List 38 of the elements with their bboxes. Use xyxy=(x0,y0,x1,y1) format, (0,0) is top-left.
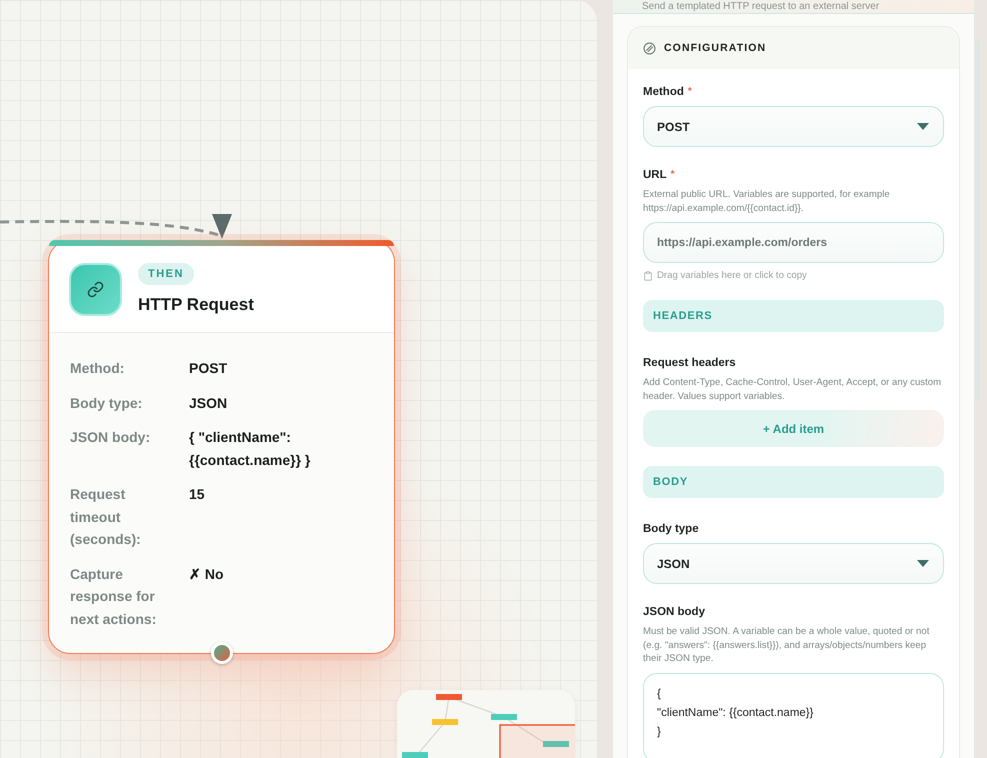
minimap[interactable] xyxy=(397,690,575,758)
field-label: Capture response for next actions: xyxy=(70,564,158,628)
caret-icon xyxy=(917,123,929,130)
help-text: External public URL. Variables are supported, for example https://api.example.com/{{contact.id}}. xyxy=(643,188,891,215)
field-value: 15 xyxy=(189,485,206,504)
card-title: CONFIGURATION xyxy=(664,42,766,54)
url-input[interactable]: https://api.example.com/orders xyxy=(643,222,944,263)
field-label: JSON body xyxy=(643,606,705,618)
field-label: Request timeout (seconds): xyxy=(70,485,142,549)
field-label: URL xyxy=(643,169,667,181)
field-value: ✗ No xyxy=(189,564,225,584)
field-value: { "clientName": {{contact.name}} } xyxy=(189,428,312,470)
required-mark: * xyxy=(670,169,675,181)
field-value: POST xyxy=(189,359,228,378)
required-mark: * xyxy=(688,86,692,98)
node-title: HTTP Request xyxy=(138,295,254,315)
panel-subtitle: Send a templated HTTP request to an external server xyxy=(642,0,880,13)
field-value: JSON xyxy=(189,394,228,412)
field-label: Method: xyxy=(70,359,126,378)
scrollbar[interactable] xyxy=(975,40,980,400)
select-dropdown[interactable]: POST xyxy=(643,106,944,147)
clipboard-icon xyxy=(643,270,653,280)
field-label: Body type: xyxy=(70,394,144,413)
hint-text: Drag variables here or click to copy xyxy=(657,270,807,281)
section-header: HEADERS xyxy=(643,300,944,332)
node-card[interactable]: THEN HTTP Request Method: POST Body type: JSON JSON body: { "clientName": {{contact.name}} } Request timeout (seconds): 15 Capture response for next actions: ✗ No xyxy=(48,240,395,654)
select-dropdown[interactable]: JSON xyxy=(643,543,944,584)
json-body-field[interactable]: { "clientName": {{contact.name}} } xyxy=(643,672,944,758)
caret-icon xyxy=(917,560,929,567)
help-text: Add Content-Type, Cache-Control, User-Agent, Accept, or any custom header. Values support variables. xyxy=(643,376,942,403)
field-label: Method xyxy=(643,86,684,98)
field-label: Body type xyxy=(643,523,699,535)
section-header: BODY xyxy=(643,466,944,498)
step-badge: THEN xyxy=(138,263,194,285)
field-label: JSON body: xyxy=(70,428,152,447)
help-text: Must be valid JSON. A variable can be a whole value, quoted or not (e.g. "answers": {{answers.list}}), and arrays/objects/numbers keep their JSON type. xyxy=(643,625,930,666)
link-icon xyxy=(69,263,122,316)
field-label: Request headers xyxy=(643,357,736,369)
